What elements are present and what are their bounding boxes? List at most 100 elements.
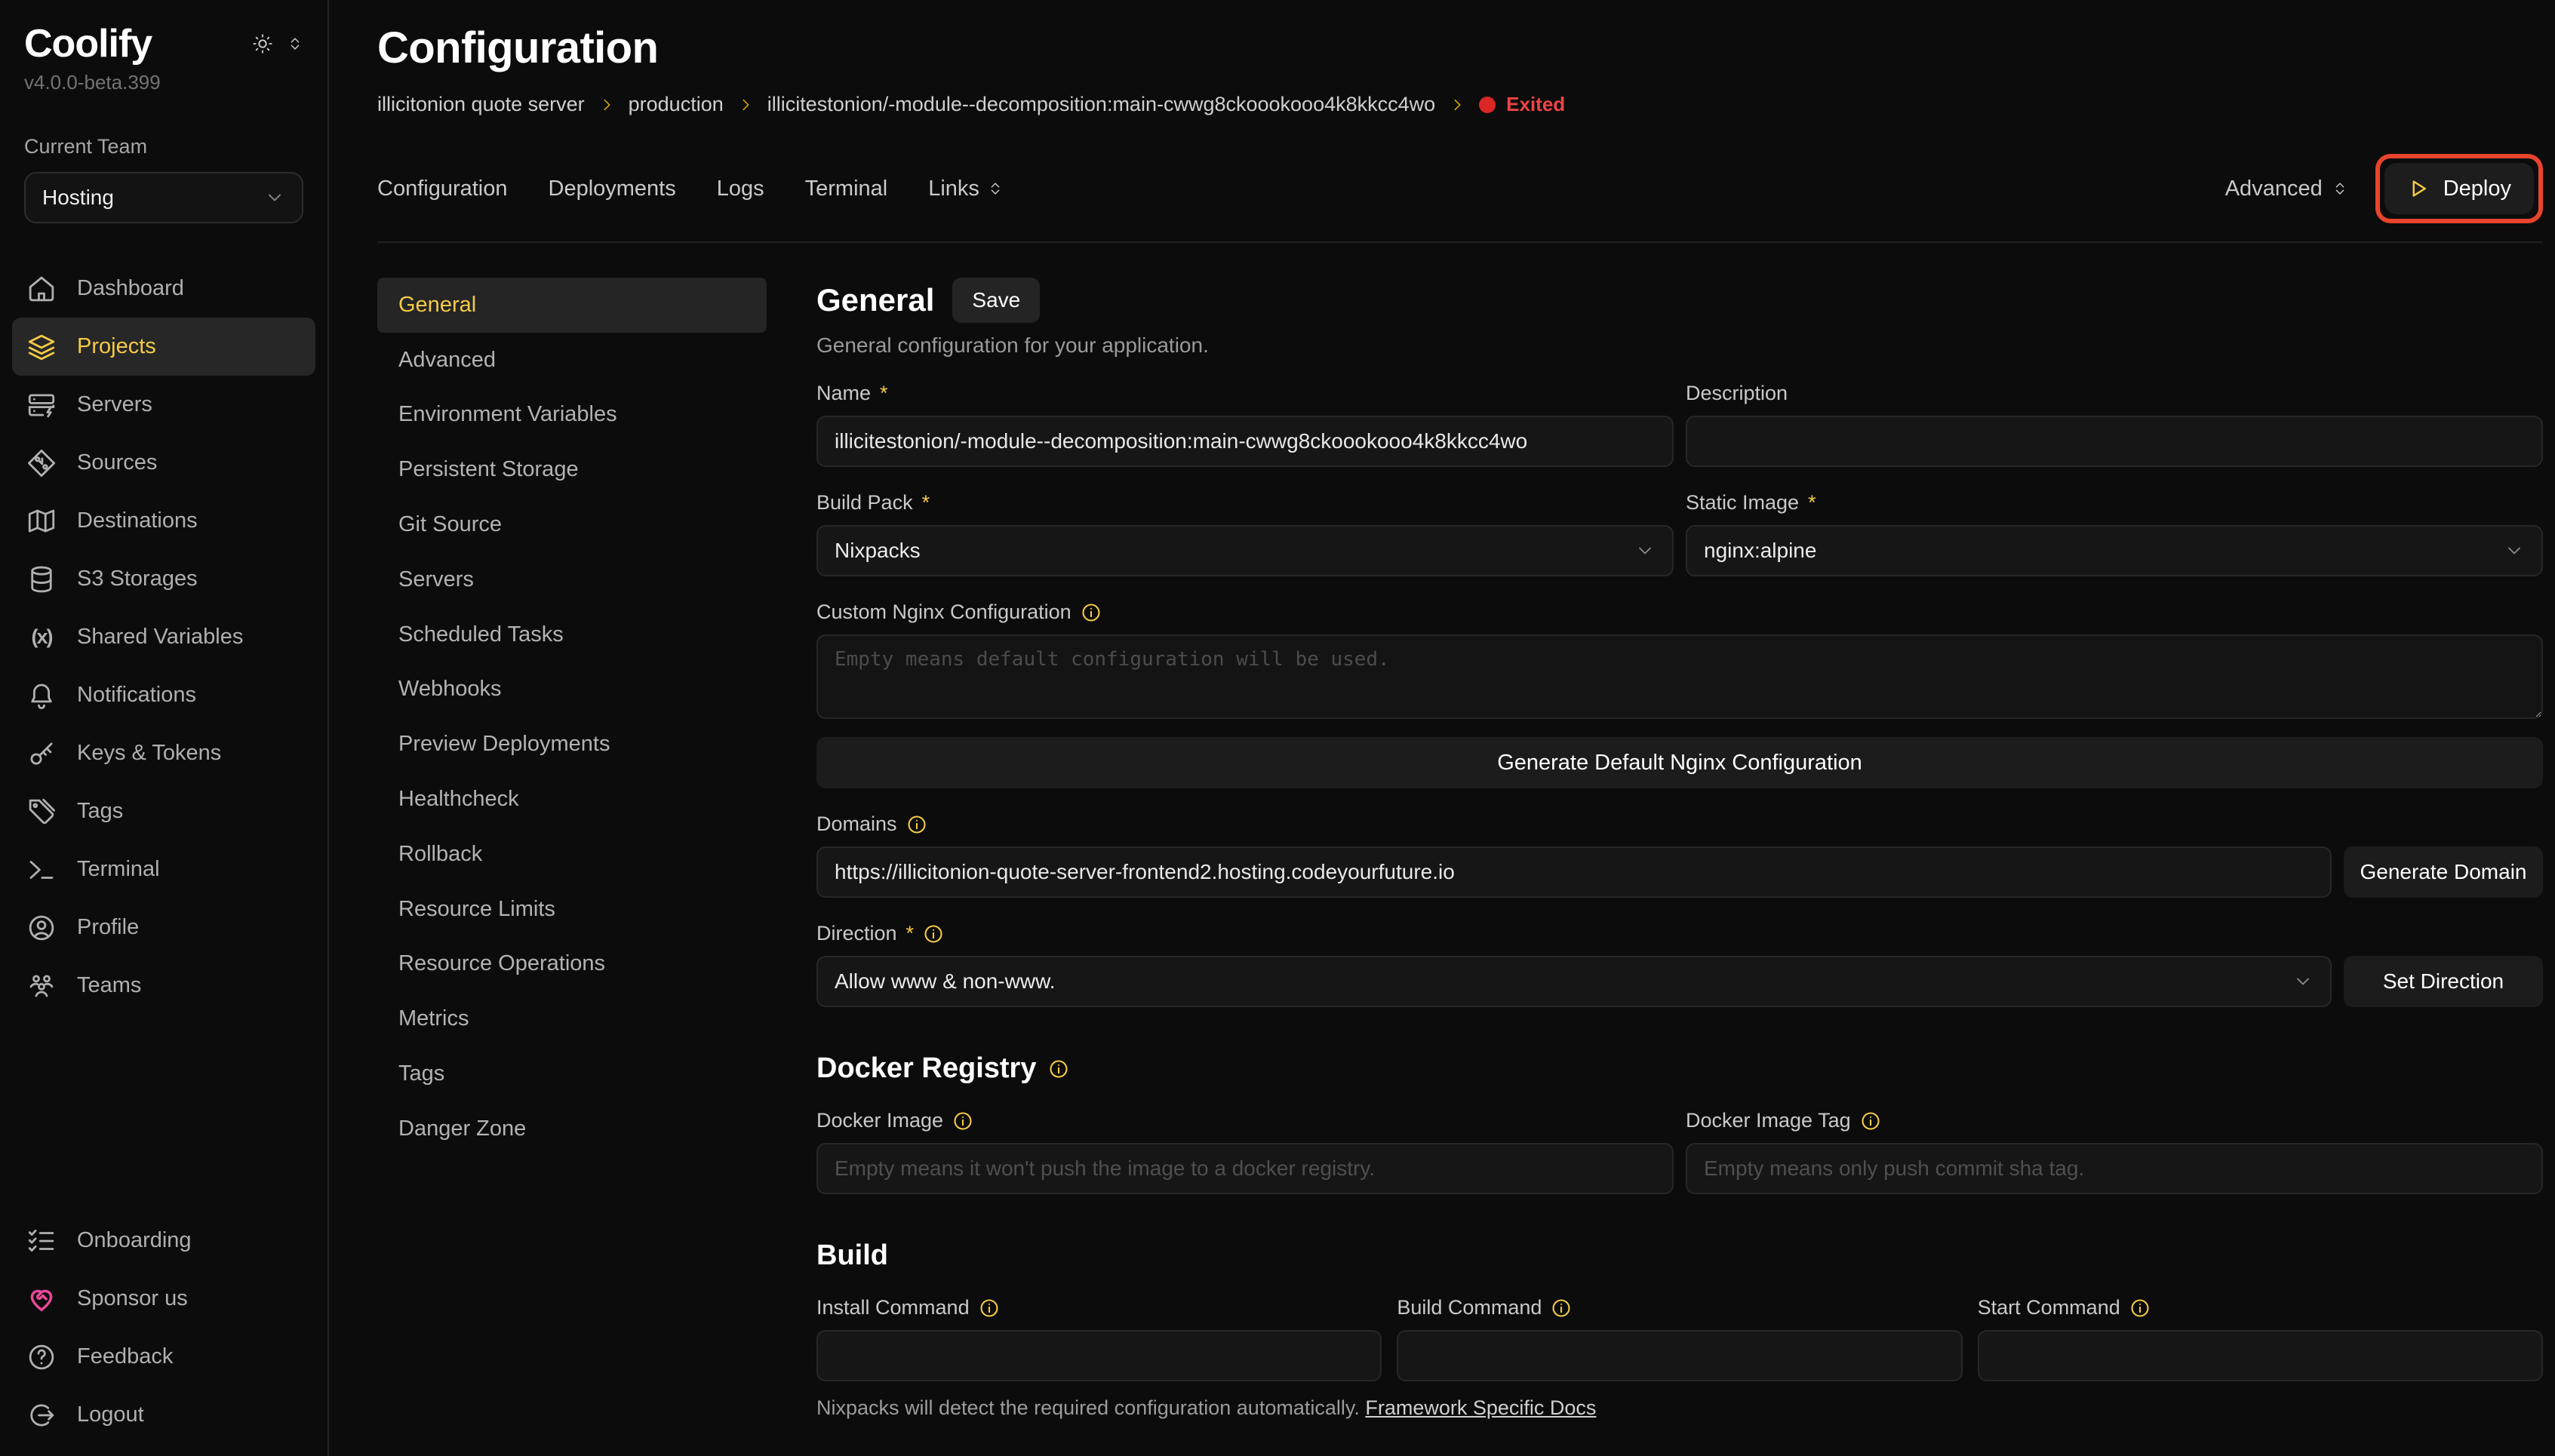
sidebar-item-projects[interactable]: Projects [12,318,315,376]
sun-icon[interactable] [252,33,273,54]
map-icon [26,505,57,537]
subnav-item-resource-operations[interactable]: Resource Operations [377,937,767,992]
sidebar-item-teams[interactable]: Teams [12,957,315,1015]
info-icon[interactable] [979,1298,1000,1319]
tab-configuration[interactable]: Configuration [377,177,508,201]
info-icon[interactable] [1081,602,1102,623]
heart-handshake-icon [26,1283,57,1315]
sidebar-item-tags[interactable]: Tags [12,782,315,840]
info-icon[interactable] [1048,1058,1069,1080]
checklist-icon [26,1225,57,1257]
subnav-item-preview-deployments[interactable]: Preview Deployments [377,717,767,772]
sidebar-item-label: Keys & Tokens [77,741,221,766]
save-button[interactable]: Save [952,278,1040,323]
subnav-item-git-source[interactable]: Git Source [377,497,767,552]
sidebar-item-label: Tags [77,799,123,824]
sidebar-item-s3-storages[interactable]: S3 Storages [12,550,315,608]
tabs-divider [377,241,2543,243]
subnav-item-servers[interactable]: Servers [377,552,767,607]
sidebar-item-dashboard[interactable]: Dashboard [12,260,315,318]
coolify-app: Coolify v4.0.0-beta.399 Current Team Hos… [0,0,2555,1456]
set-direction-button[interactable]: Set Direction [2344,956,2543,1007]
start-command-input[interactable] [1978,1330,2543,1381]
subnav-item-persistent-storage[interactable]: Persistent Storage [377,442,767,497]
info-icon[interactable] [952,1110,973,1132]
build-command-label: Build Command [1397,1296,1962,1319]
direction-label: Direction * [816,922,2543,945]
play-icon [2407,177,2430,200]
sidebar-item-feedback[interactable]: Feedback [12,1328,315,1386]
custom-nginx-label: Custom Nginx Configuration [816,601,2543,624]
sidebar-item-label: Onboarding [77,1228,192,1253]
build-pack-select[interactable]: Nixpacks [816,525,1674,576]
direction-select[interactable]: Allow www & non-www. [816,956,2332,1007]
name-input[interactable] [816,416,1674,467]
sidebar-item-servers[interactable]: Servers [12,376,315,434]
tab-terminal[interactable]: Terminal [805,177,888,201]
info-icon[interactable] [2129,1298,2151,1319]
sidebar-item-terminal[interactable]: Terminal [12,840,315,898]
sidebar-item-onboarding[interactable]: Onboarding [12,1212,315,1270]
deploy-highlight-annotation: Deploy [2375,154,2543,223]
custom-nginx-textarea[interactable] [816,634,2543,719]
info-icon[interactable] [1860,1110,1881,1132]
subnav-item-advanced[interactable]: Advanced [377,333,767,388]
required-asterisk: * [1849,1453,1857,1456]
install-command-input[interactable] [816,1330,1382,1381]
sidebar-item-shared-variables[interactable]: (x) Shared Variables [12,608,315,666]
main-area: Configuration illicitonion quote server … [331,0,2555,1456]
chevron-down-icon [2504,540,2525,561]
generate-nginx-button[interactable]: Generate Default Nginx Configuration [816,737,2543,788]
app-logo[interactable]: Coolify [24,21,152,66]
breadcrumb-project[interactable]: illicitonion quote server [377,93,585,116]
sidebar-item-notifications[interactable]: Notifications [12,666,315,724]
tab-links[interactable]: Links [928,177,1004,201]
selector-chevrons-icon [2332,180,2348,197]
sidebar-item-sponsor-us[interactable]: Sponsor us [12,1270,315,1328]
theme-selector-chevrons-icon[interactable] [287,35,303,52]
subnav-item-danger-zone[interactable]: Danger Zone [377,1101,767,1157]
layers-icon [26,331,57,363]
required-asterisk: * [1808,491,1816,515]
breadcrumb-application[interactable]: illicitestonion/-module--decomposition:m… [767,93,1435,116]
sidebar-item-logout[interactable]: Logout [12,1386,315,1444]
deploy-label: Deploy [2443,177,2511,201]
subnav-item-environment-variables[interactable]: Environment Variables [377,388,767,443]
tab-deployments[interactable]: Deployments [549,177,676,201]
general-subtitle: General configuration for your applicati… [816,333,2543,358]
chevron-down-icon [2292,971,2314,992]
sidebar-item-profile[interactable]: Profile [12,898,315,957]
docker-image-tag-input[interactable] [1686,1143,2543,1194]
subnav-item-webhooks[interactable]: Webhooks [377,662,767,717]
sidebar-item-label: Logout [77,1402,144,1427]
subnav-item-scheduled-tasks[interactable]: Scheduled Tasks [377,607,767,662]
sidebar-item-destinations[interactable]: Destinations [12,492,315,550]
build-command-input[interactable] [1397,1330,1962,1381]
sidebar-item-sources[interactable]: Sources [12,434,315,492]
tab-logs[interactable]: Logs [717,177,764,201]
generate-domain-button[interactable]: Generate Domain [2344,846,2543,898]
static-image-select[interactable]: nginx:alpine [1686,525,2543,576]
domains-input[interactable] [816,846,2332,898]
info-icon[interactable] [906,814,927,835]
info-icon[interactable] [1551,1298,1572,1319]
subnav-item-healthcheck[interactable]: Healthcheck [377,772,767,827]
sidebar-nav: Dashboard Projects Servers [24,260,303,1015]
subnav-item-resource-limits[interactable]: Resource Limits [377,882,767,937]
docker-image-input[interactable] [816,1143,1674,1194]
subnav-item-rollback[interactable]: Rollback [377,827,767,882]
team-select[interactable]: Hosting [24,172,303,223]
description-input[interactable] [1686,416,2543,467]
deploy-button[interactable]: Deploy [2384,163,2534,214]
advanced-dropdown[interactable]: Advanced [2225,177,2348,201]
info-icon[interactable] [923,923,944,945]
docker-image-label: Docker Image [816,1109,1674,1132]
tabs-row: Configuration Deployments Logs Terminal … [377,161,2543,216]
framework-docs-link[interactable]: Framework Specific Docs [1365,1396,1596,1419]
breadcrumb-environment[interactable]: production [629,93,724,116]
sidebar-item-keys-tokens[interactable]: Keys & Tokens [12,724,315,782]
subnav-item-metrics[interactable]: Metrics [377,991,767,1046]
subnav-item-general[interactable]: General [377,278,767,333]
subnav-item-tags[interactable]: Tags [377,1046,767,1101]
domains-label: Domains [816,812,2543,836]
